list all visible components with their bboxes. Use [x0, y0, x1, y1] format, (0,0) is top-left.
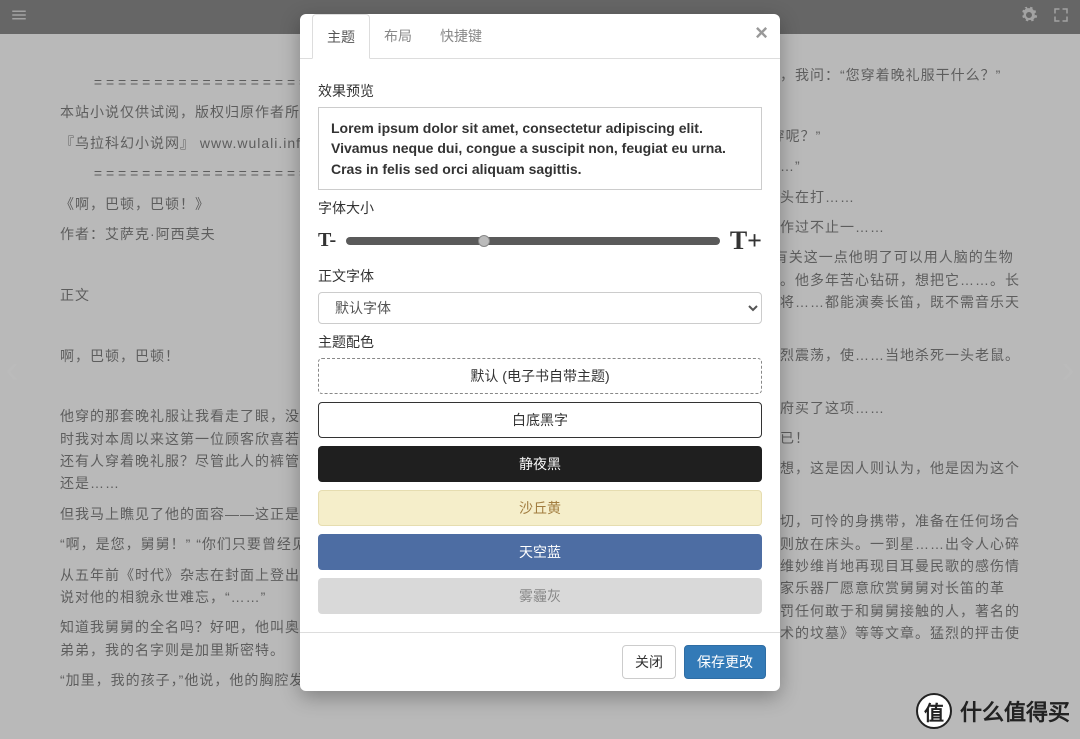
theme-whiteblack-button[interactable]: 白底黑字	[318, 402, 762, 438]
font-decrease-icon[interactable]: T-	[318, 229, 336, 252]
close-icon[interactable]: ×	[755, 20, 768, 46]
close-button[interactable]: 关闭	[622, 645, 676, 679]
next-page-button[interactable]: ›	[1048, 347, 1080, 392]
save-button[interactable]: 保存更改	[684, 645, 766, 679]
theme-foggray-button[interactable]: 雾霾灰	[318, 578, 762, 614]
fontfamily-select[interactable]: 默认字体	[318, 292, 762, 324]
fontsize-slider[interactable]	[346, 237, 720, 245]
theme-sand-button[interactable]: 沙丘黄	[318, 490, 762, 526]
fontfamily-label: 正文字体	[318, 266, 762, 286]
fontsize-label: 字体大小	[318, 198, 762, 218]
preview-label: 效果预览	[318, 81, 762, 101]
tab-layout[interactable]: 布局	[370, 14, 426, 58]
theme-default-button[interactable]: 默认 (电子书自带主题)	[318, 358, 762, 394]
font-increase-icon[interactable]: T+	[730, 226, 762, 256]
settings-modal: 主题 布局 快捷键 × 效果预览 Lorem ipsum dolor sit a…	[300, 14, 780, 691]
theme-nightblack-button[interactable]: 静夜黑	[318, 446, 762, 482]
prev-page-button[interactable]: ‹	[0, 347, 32, 392]
watermark: 值 什么值得买	[916, 693, 1070, 729]
modal-tabs: 主题 布局 快捷键 ×	[300, 14, 780, 59]
scheme-label: 主题配色	[318, 332, 762, 352]
slider-thumb[interactable]	[478, 235, 490, 247]
tab-theme[interactable]: 主题	[312, 14, 370, 59]
theme-skyblue-button[interactable]: 天空蓝	[318, 534, 762, 570]
preview-box: Lorem ipsum dolor sit amet, consectetur …	[318, 107, 762, 190]
watermark-badge-icon: 值	[916, 693, 952, 729]
tab-shortcut[interactable]: 快捷键	[426, 14, 496, 58]
watermark-text: 什么值得买	[960, 695, 1070, 727]
